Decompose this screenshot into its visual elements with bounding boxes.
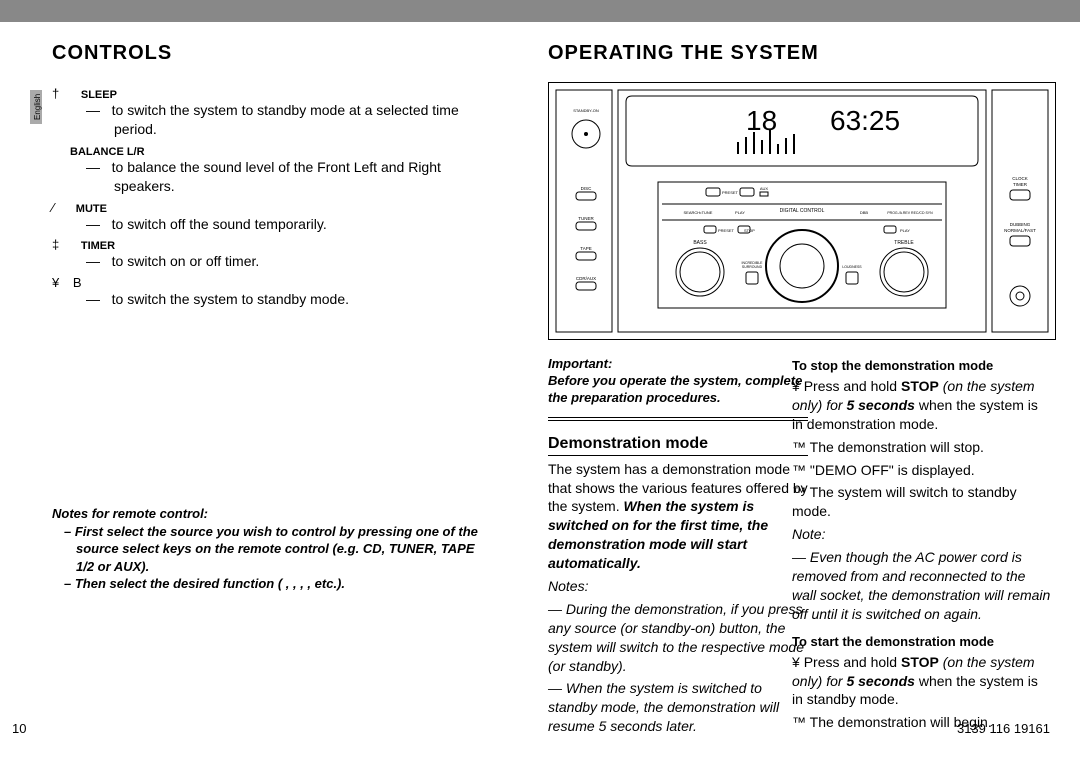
stop-result: ™ "DEMO OFF" is displayed. bbox=[792, 461, 1052, 480]
demo-note: — During the demonstration, if you press… bbox=[548, 600, 808, 676]
rule bbox=[548, 417, 808, 418]
control-desc: to balance the sound level of the Front … bbox=[52, 158, 482, 196]
control-item: BALANCE L/R bbox=[52, 143, 482, 158]
control-symbol: ⁄ bbox=[52, 200, 54, 215]
page-number-left: 10 bbox=[12, 721, 26, 736]
control-symbol: ‡ bbox=[52, 237, 59, 252]
svg-text:AUX: AUX bbox=[760, 186, 769, 191]
remote-notes: Notes for remote control: – First select… bbox=[52, 505, 482, 593]
stop-line: ¥ Press and hold STOP (on the system onl… bbox=[792, 377, 1052, 434]
heading-operating: OPERATING THE SYSTEM bbox=[548, 42, 819, 65]
svg-text:DBB: DBB bbox=[860, 210, 869, 215]
stop-result: ™ The demonstration will stop. bbox=[792, 438, 1052, 457]
svg-text:DUBBING: DUBBING bbox=[1010, 222, 1031, 227]
svg-text:DIGITAL CONTROL: DIGITAL CONTROL bbox=[780, 208, 825, 214]
svg-text:SURROUND: SURROUND bbox=[742, 265, 763, 269]
control-desc: to switch the system to standby mode. bbox=[52, 290, 482, 309]
control-label: TIMER bbox=[81, 240, 115, 252]
svg-text:PRESET: PRESET bbox=[718, 228, 735, 233]
language-tab: English bbox=[30, 90, 42, 124]
demo-notes-label: Notes: bbox=[548, 577, 808, 596]
rule bbox=[548, 420, 808, 421]
control-item: † SLEEP bbox=[52, 86, 482, 101]
controls-column: † SLEEP to switch the system to standby … bbox=[52, 82, 482, 593]
control-label: BALANCE L/R bbox=[70, 146, 145, 158]
demo-title: Demonstration mode bbox=[548, 435, 808, 453]
stop-result: ™ The system will switch to standby mode… bbox=[792, 483, 1052, 521]
stop-title: To stop the demonstration mode bbox=[792, 358, 1052, 373]
control-desc: to switch the system to standby mode at … bbox=[52, 101, 482, 139]
control-desc: to switch on or off timer. bbox=[52, 252, 482, 271]
control-desc: to switch off the sound temporarily. bbox=[52, 215, 482, 234]
remote-notes-title: Notes for remote control: bbox=[52, 505, 482, 523]
svg-text:DISC: DISC bbox=[581, 186, 593, 191]
svg-text:PLAY: PLAY bbox=[735, 210, 745, 215]
control-label: MUTE bbox=[76, 203, 107, 215]
control-item: ⁄ MUTE bbox=[52, 200, 482, 215]
svg-text:PROG./A.REV REC/CD SYN: PROG./A.REV REC/CD SYN bbox=[887, 211, 933, 215]
start-title: To start the demonstration mode bbox=[792, 634, 1052, 649]
language-tab-text: English bbox=[33, 94, 42, 120]
svg-text:18: 18 bbox=[746, 105, 777, 136]
svg-text:TAPE: TAPE bbox=[580, 246, 591, 251]
stop-note: — Even though the AC power cord is remov… bbox=[792, 548, 1052, 624]
start-line: ¥ Press and hold STOP (on the system onl… bbox=[792, 653, 1052, 710]
svg-text:PLAY: PLAY bbox=[900, 228, 910, 233]
right-column: To stop the demonstration mode ¥ Press a… bbox=[792, 356, 1052, 736]
stop-note-label: Note: bbox=[792, 525, 1052, 544]
svg-text:SEARCH•TUNE: SEARCH•TUNE bbox=[684, 210, 713, 215]
control-item: ¥ B bbox=[52, 275, 482, 290]
stereo-diagram: 18 63:25 STANDBY-ON DISC TUNER TAPE CDR/… bbox=[548, 82, 1056, 340]
control-symbol: † bbox=[52, 86, 59, 101]
svg-text:BASS: BASS bbox=[693, 240, 707, 246]
svg-text:TIMER: TIMER bbox=[1013, 182, 1028, 187]
svg-text:TUNER: TUNER bbox=[578, 216, 594, 221]
svg-text:NORMAL/FAST: NORMAL/FAST bbox=[1004, 228, 1036, 233]
important-block: Important: Before you operate the system… bbox=[548, 356, 808, 407]
important-label: Important: bbox=[548, 356, 808, 373]
control-label: B bbox=[73, 275, 82, 290]
svg-text:PRESET: PRESET bbox=[722, 190, 739, 195]
center-column: Important: Before you operate the system… bbox=[548, 356, 808, 740]
control-label: SLEEP bbox=[81, 89, 117, 101]
svg-text:STANDBY-ON: STANDBY-ON bbox=[573, 108, 599, 113]
top-stripe bbox=[0, 0, 1080, 22]
svg-text:63:25: 63:25 bbox=[830, 105, 900, 136]
remote-notes-item: – Then select the desired function ( , ,… bbox=[64, 575, 482, 593]
page-number-right: 3139 116 19161 bbox=[957, 721, 1050, 736]
svg-text:TREBLE: TREBLE bbox=[894, 240, 914, 246]
rule bbox=[548, 455, 808, 456]
svg-text:CLOCK: CLOCK bbox=[1012, 176, 1028, 181]
important-text: Before you operate the system, complete … bbox=[548, 373, 808, 407]
svg-text:CDR/AUX: CDR/AUX bbox=[576, 276, 596, 281]
heading-controls: CONTROLS bbox=[52, 42, 172, 65]
remote-notes-item: – First select the source you wish to co… bbox=[64, 523, 482, 576]
demo-intro: The system has a demonstration mode that… bbox=[548, 460, 808, 573]
svg-text:STOP: STOP bbox=[744, 228, 755, 233]
control-item: ‡ TIMER bbox=[52, 237, 482, 252]
control-symbol: ¥ bbox=[52, 275, 59, 290]
demo-note: — When the system is switched to standby… bbox=[548, 679, 808, 736]
svg-text:LOUDNESS: LOUDNESS bbox=[842, 265, 862, 269]
